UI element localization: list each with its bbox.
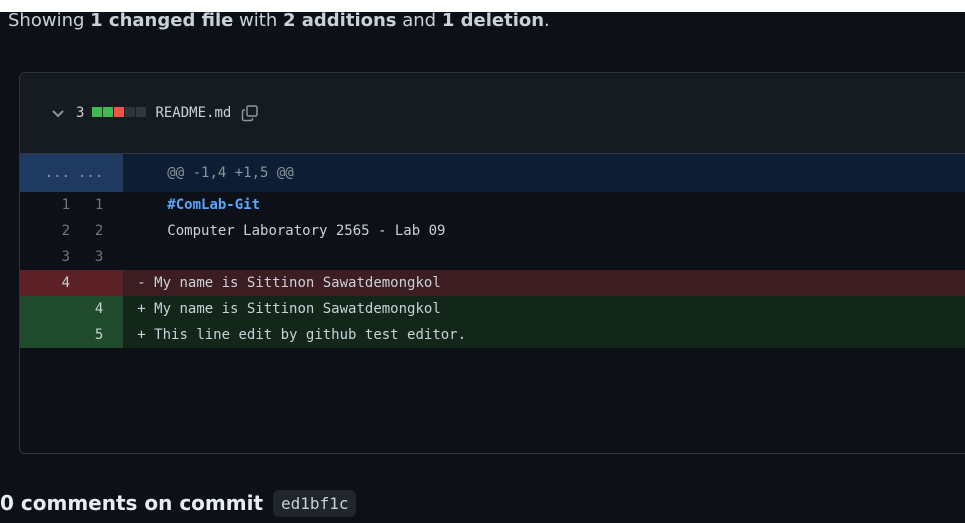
file-name[interactable]: README.md	[155, 105, 231, 121]
line-number-new[interactable]: 5	[78, 322, 124, 348]
line-number-new[interactable]: 2	[78, 218, 123, 244]
diff-sign: +	[137, 301, 146, 317]
line-number-old[interactable]	[20, 322, 78, 348]
diff-summary: Showing 1 changed file with 2 additions …	[8, 12, 550, 31]
line-number-old[interactable]	[20, 296, 78, 322]
diffstat-block	[103, 107, 114, 117]
diffstat-block	[125, 107, 136, 117]
diff-sign: -	[137, 275, 146, 291]
line-number-new[interactable]	[78, 270, 124, 296]
chevron-down-icon[interactable]	[50, 105, 66, 121]
line-code: + My name is Sittinon Sawatdemongkol	[123, 296, 965, 322]
diffstat-block	[92, 107, 103, 117]
diff-line-deletion: 4 - My name is Sittinon Sawatdemongkol	[20, 270, 965, 296]
hunk-header: @@ -1,4 +1,5 @@	[123, 154, 965, 192]
diff-sign: +	[137, 327, 146, 343]
diff-line: 2 2 Computer Laboratory 2565 - Lab 09	[20, 218, 965, 244]
line-number-new[interactable]: 1	[78, 192, 123, 218]
diff-line: 3 3	[20, 244, 965, 270]
line-text: My name is Sittinon Sawatdemongkol	[154, 275, 441, 291]
diffstat-block	[136, 107, 147, 117]
line-code: Computer Laboratory 2565 - Lab 09	[167, 223, 446, 239]
line-code: - My name is Sittinon Sawatdemongkol	[123, 270, 965, 296]
line-code: + This line edit by github test editor.	[123, 322, 965, 348]
line-number-new[interactable]: 4	[78, 296, 124, 322]
diff-table: ... ... @@ -1,4 +1,5 @@ 1 1 #ComLab-Git …	[20, 154, 965, 348]
diff-line: 1 1 #ComLab-Git	[20, 192, 965, 218]
line-code	[123, 244, 965, 270]
hunk-header-row[interactable]: ... ... @@ -1,4 +1,5 @@	[20, 154, 965, 192]
comments-label: 0 comments on commit	[0, 491, 264, 515]
line-text: This line edit by github test editor.	[154, 327, 467, 343]
commit-sha[interactable]: ed1bf1c	[273, 489, 357, 517]
line-number-old[interactable]: 3	[20, 244, 78, 270]
line-number-old[interactable]: 4	[20, 270, 78, 296]
comments-heading: 0 comments on commit ed1bf1c	[0, 487, 357, 519]
diff-line-addition: 5 + This line edit by github test editor…	[20, 322, 965, 348]
diff-line-addition: 4 + My name is Sittinon Sawatdemongkol	[20, 296, 965, 322]
line-number-old[interactable]: 1	[20, 192, 78, 218]
line-text: My name is Sittinon Sawatdemongkol	[154, 301, 441, 317]
line-number-old[interactable]: 2	[20, 218, 78, 244]
file-header: 3 README.md	[20, 73, 965, 154]
line-number-new: ...	[78, 154, 124, 192]
change-count: 3	[76, 105, 85, 121]
commit-page: Showing 1 changed file with 2 additions …	[0, 12, 965, 523]
file-diff: 3 README.md ... ... @@ -1,4 +1,5 @@ 1 1 …	[19, 72, 965, 454]
copy-icon[interactable]	[241, 104, 259, 122]
diffstat	[92, 105, 147, 121]
line-number-old: ...	[20, 154, 78, 192]
line-code: #ComLab-Git	[167, 197, 261, 213]
line-number-new[interactable]: 3	[78, 244, 123, 270]
diffstat-block	[114, 107, 125, 117]
